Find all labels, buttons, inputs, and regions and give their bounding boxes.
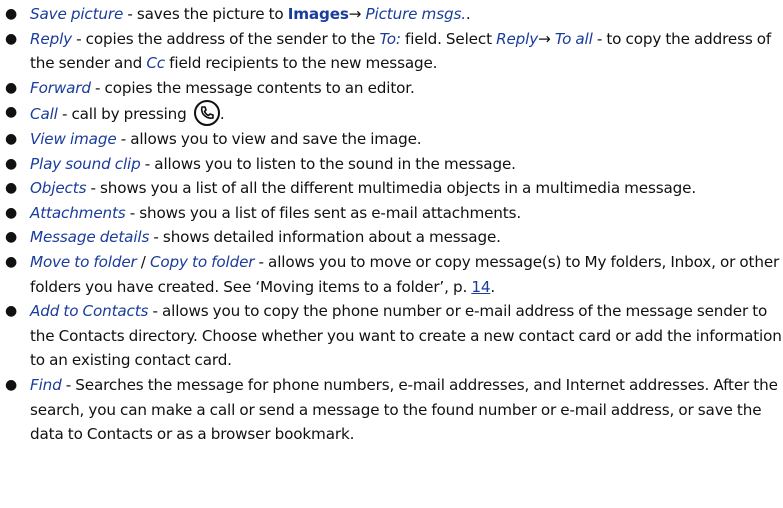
bullet: ●	[5, 253, 18, 270]
options-list: ● Save picture - saves the picture to Im…	[0, 0, 783, 447]
option-description: - call by pressing	[57, 105, 191, 124]
list-item: ● Call - call by pressing .	[0, 100, 783, 127]
bullet: ●	[5, 303, 18, 320]
option-description: - copies the address of the sender to th…	[72, 29, 380, 48]
list-item: ● Add to Contacts - allows you to copy t…	[0, 299, 783, 373]
option-description: - allows you to listen to the sound in t…	[140, 154, 516, 173]
option-description: - saves the picture to	[123, 5, 288, 23]
manual-page: ● Save picture - saves the picture to Im…	[0, 0, 783, 508]
punctuation: .	[465, 5, 471, 23]
bullet: ●	[5, 229, 18, 246]
option-term: Call	[30, 105, 58, 124]
bullet: ●	[5, 180, 18, 197]
arrow-icon: →	[538, 29, 551, 48]
phone-call-key-icon	[193, 100, 220, 127]
field-name-cc: Cc	[146, 54, 165, 73]
option-description: - Searches the message for phone numbers…	[30, 375, 778, 444]
option-term: Add to Contacts	[30, 302, 149, 321]
field-name-to: To:	[379, 29, 402, 48]
list-item: ● Find - Searches the message for phone …	[0, 373, 783, 447]
bullet: ●	[5, 104, 18, 121]
menu-path-picture-msgs: Picture msgs.	[361, 5, 467, 23]
bullet: ●	[5, 130, 18, 147]
list-item: ● Forward - copies the message contents …	[0, 76, 783, 101]
menu-path-images: Images	[287, 5, 349, 23]
list-item: ● Play sound clip - allows you to listen…	[0, 152, 783, 177]
list-item: ● Move to folder / Copy to folder - allo…	[0, 250, 783, 299]
option-term: Copy to folder	[149, 252, 255, 271]
option-term: Play sound clip	[30, 154, 141, 173]
option-term: Forward	[30, 78, 91, 97]
bullet: ●	[5, 30, 18, 47]
punctuation: .	[490, 277, 496, 296]
list-item: ● Attachments - shows you a list of file…	[0, 201, 783, 226]
option-description: - allows you to view and save the image.	[116, 129, 422, 148]
option-term: Attachments	[30, 203, 126, 222]
list-item: ● Reply - copies the address of the send…	[0, 27, 783, 76]
option-description: field. Select	[400, 29, 497, 48]
option-term: View image	[30, 129, 117, 148]
option-term: Save picture	[30, 5, 124, 23]
option-term: Message details	[30, 228, 150, 247]
bullet: ●	[5, 79, 18, 96]
bullet: ●	[5, 155, 18, 172]
option-description: - shows detailed information about a mes…	[149, 228, 501, 247]
option-term: Objects	[30, 179, 87, 198]
option-description: - shows you a list of files sent as e-ma…	[125, 203, 522, 222]
menu-path-reply: Reply	[496, 29, 539, 48]
option-description: - copies the message contents to an edit…	[90, 78, 415, 97]
bullet: ●	[5, 204, 18, 221]
punctuation: .	[219, 105, 225, 124]
option-term: Reply	[30, 29, 72, 48]
bullet: ●	[5, 6, 18, 22]
option-description: - shows you a list of all the different …	[86, 179, 697, 198]
list-item: ● Objects - shows you a list of all the …	[0, 176, 783, 201]
menu-path-to-all: To all	[550, 29, 593, 48]
list-item: ● View image - allows you to view and sa…	[0, 127, 783, 152]
separator: /	[136, 252, 150, 271]
bullet: ●	[5, 376, 18, 393]
option-term: Find	[30, 375, 62, 394]
option-term: Move to folder	[30, 252, 137, 271]
list-item: ● Message details - shows detailed infor…	[0, 225, 783, 250]
arrow-icon: →	[348, 5, 362, 23]
option-description: field recipients to the new message.	[165, 54, 438, 73]
list-item: ● Save picture - saves the picture to Im…	[0, 2, 783, 27]
page-reference-link[interactable]: 14	[471, 278, 490, 296]
